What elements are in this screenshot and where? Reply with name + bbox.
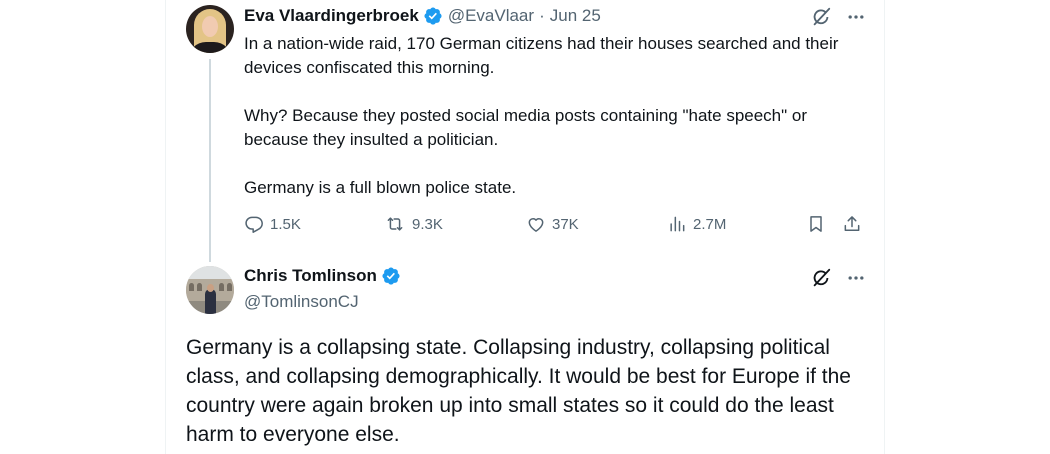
- verified-badge-icon[interactable]: [381, 266, 401, 286]
- verified-badge-icon[interactable]: [423, 6, 443, 26]
- tweet-paragraph: In a nation-wide raid, 170 German citize…: [244, 34, 839, 77]
- author-header: Chris Tomlinson: [244, 266, 401, 286]
- reply-button[interactable]: 1.5K: [244, 214, 301, 234]
- avatar-arch: [197, 283, 202, 291]
- repost-count: 9.3K: [412, 215, 443, 233]
- reply-tweet[interactable]: Chris Tomlinson @TomlinsonCJ Germany is …: [166, 258, 886, 454]
- author-display-name[interactable]: Eva Vlaardingerbroek: [244, 6, 419, 26]
- tweet-paragraph: Germany is a full blown police state.: [244, 178, 517, 197]
- tweet-action-bar: 1.5K 9.3K 37K 2.7M: [244, 214, 866, 240]
- tweet-top-actions: [810, 267, 866, 289]
- thread-connector-line: [209, 59, 211, 262]
- author-avatar[interactable]: [186, 5, 234, 53]
- reply-icon: [244, 214, 264, 234]
- like-count: 37K: [552, 215, 579, 233]
- tweet-top-actions: [810, 6, 866, 28]
- repost-icon: [384, 214, 406, 234]
- bookmark-icon: [806, 214, 826, 234]
- author-header: Eva Vlaardingerbroek @EvaVlaar · Jun 25: [244, 6, 601, 26]
- parent-tweet[interactable]: Eva Vlaardingerbroek @EvaVlaar · Jun 25 …: [166, 0, 886, 262]
- tweet-date[interactable]: Jun 25: [550, 6, 601, 26]
- tweet-paragraph: Why? Because they posted social media po…: [244, 106, 808, 149]
- bookmark-button[interactable]: [806, 214, 826, 234]
- author-avatar[interactable]: [186, 266, 234, 314]
- author-handle[interactable]: @TomlinsonCJ: [244, 292, 359, 312]
- repost-button[interactable]: 9.3K: [384, 214, 443, 234]
- grok-icon[interactable]: [810, 6, 832, 28]
- like-icon: [526, 214, 546, 234]
- avatar-arch: [189, 283, 194, 291]
- avatar-person: [205, 289, 216, 314]
- more-icon[interactable]: [846, 268, 866, 288]
- reply-count: 1.5K: [270, 215, 301, 233]
- tweet-text: In a nation-wide raid, 170 German citize…: [244, 32, 874, 200]
- more-icon[interactable]: [846, 7, 866, 27]
- views-icon: [667, 214, 687, 234]
- tweet-text: Germany is a collapsing state. Collapsin…: [186, 336, 851, 446]
- views-count: 2.7M: [693, 215, 727, 233]
- avatar-arch: [227, 283, 232, 291]
- like-button[interactable]: 37K: [526, 214, 579, 234]
- avatar-face: [202, 16, 218, 37]
- avatar-arch: [219, 283, 224, 291]
- timeline: Eva Vlaardingerbroek @EvaVlaar · Jun 25 …: [165, 0, 885, 454]
- views-button[interactable]: 2.7M: [667, 214, 726, 234]
- author-handle[interactable]: @EvaVlaar: [448, 6, 534, 26]
- author-display-name[interactable]: Chris Tomlinson: [244, 266, 377, 286]
- share-button[interactable]: [842, 214, 862, 234]
- meta-separator: ·: [539, 6, 545, 25]
- avatar-head: [207, 284, 214, 292]
- share-icon: [842, 214, 862, 234]
- grok-icon[interactable]: [810, 267, 832, 289]
